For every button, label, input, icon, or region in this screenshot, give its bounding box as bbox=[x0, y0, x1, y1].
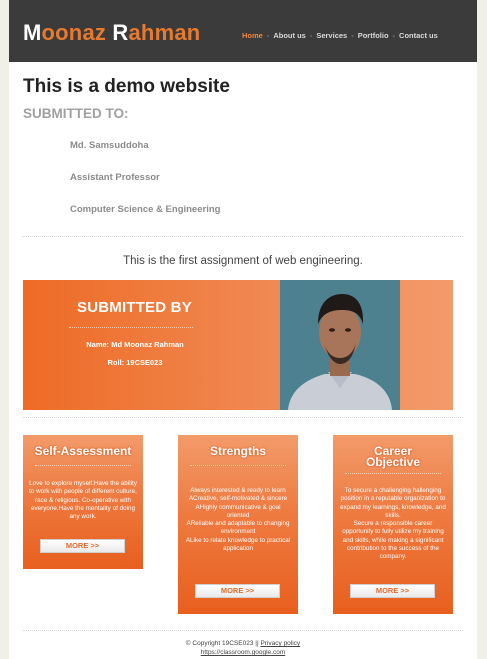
nav-separator: - bbox=[392, 31, 396, 40]
assignment-note: This is the first assignment of web engi… bbox=[123, 255, 363, 267]
nav-about-us[interactable]: About us bbox=[273, 31, 306, 40]
site-logo[interactable]: Moonaz Rahman bbox=[23, 20, 200, 46]
submitted-by-heading: SUBMITTED BY bbox=[77, 299, 192, 316]
card-strengths: Strengths Always interested & ready to l… bbox=[178, 435, 298, 614]
supervisor-name: Md. Samsuddoha bbox=[70, 140, 149, 151]
nav-home[interactable]: Home bbox=[242, 31, 263, 40]
divider bbox=[345, 473, 441, 474]
divider bbox=[23, 236, 463, 237]
divider bbox=[35, 465, 131, 466]
main-nav: Home - About us - Services - Portfolio - Contact… bbox=[242, 31, 438, 40]
footer-url: https://classroom.google.com bbox=[9, 649, 477, 656]
card-self-assessment: Self-Assessment Love to explore myself.H… bbox=[23, 435, 143, 569]
divider bbox=[23, 417, 463, 418]
nav-portfolio[interactable]: Portfolio bbox=[358, 31, 389, 40]
page: Moonaz Rahman Home - About us - Services - Por… bbox=[9, 0, 477, 659]
student-name: Name: Md Moonaz Rahman bbox=[86, 340, 184, 349]
nav-contact-us[interactable]: Contact us bbox=[399, 31, 438, 40]
more-button[interactable]: MORE >> bbox=[40, 539, 125, 553]
classroom-link[interactable]: https://classroom.google.com bbox=[201, 649, 286, 656]
card-text: Love to explore myself.Have the ability … bbox=[29, 480, 137, 521]
page-title: This is a demo website bbox=[23, 76, 230, 97]
card-career-objective: Career Objective To secure a challenging… bbox=[333, 435, 453, 614]
divider bbox=[69, 327, 193, 328]
card-title: Career Objective bbox=[365, 444, 421, 469]
card-title: Strengths bbox=[209, 444, 266, 458]
student-roll: Roll: 19CSE023 bbox=[107, 358, 163, 367]
card-title: Self-Assessment bbox=[34, 444, 132, 458]
student-photo bbox=[280, 280, 400, 410]
supervisor-department: Computer Science & Engineering bbox=[70, 204, 221, 215]
nav-separator: - bbox=[351, 31, 354, 40]
more-button[interactable]: MORE >> bbox=[350, 584, 435, 598]
footer-copyright: © Copyright 19CSE023 || Privacy policy bbox=[185, 640, 301, 647]
submitted-by-section: SUBMITTED BY Name: Md Moonaz Rahman Roll… bbox=[23, 280, 453, 410]
person-portrait-icon bbox=[280, 280, 400, 410]
nav-separator: - bbox=[309, 31, 313, 40]
divider bbox=[190, 465, 286, 466]
privacy-policy-link[interactable]: Privacy policy bbox=[260, 640, 300, 647]
more-button[interactable]: MORE >> bbox=[195, 584, 280, 598]
divider bbox=[23, 630, 463, 631]
supervisor-designation: Assistant Professor bbox=[70, 172, 160, 183]
page-margin bbox=[477, 0, 487, 659]
card-text: Always interested & ready to learn ACrea… bbox=[185, 487, 291, 553]
card-text: To secure a challenging hallenging posit… bbox=[340, 487, 446, 561]
nav-separator: - bbox=[266, 31, 270, 40]
submitted-to-heading: SUBMITTED TO: bbox=[23, 106, 129, 121]
nav-services[interactable]: Services bbox=[316, 31, 347, 40]
site-header: Moonaz Rahman Home - About us - Services - Por… bbox=[9, 0, 477, 62]
